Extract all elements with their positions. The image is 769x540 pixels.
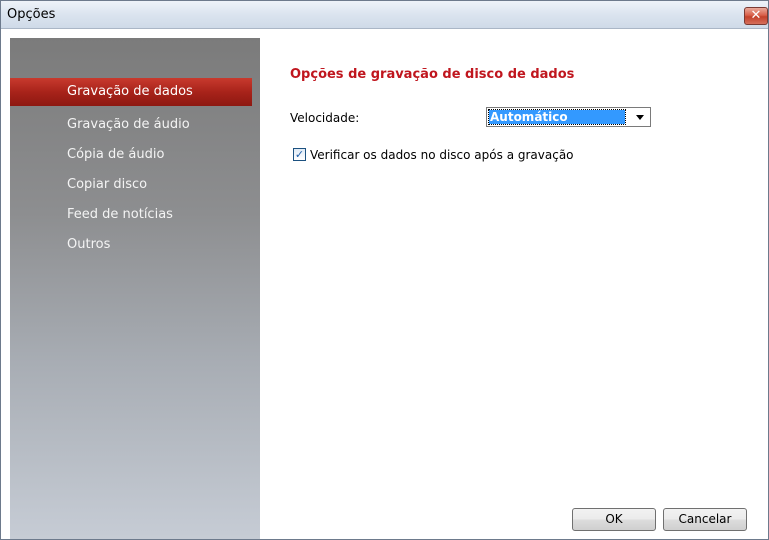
checkmark-icon: ✓ <box>294 148 305 161</box>
sidebar-item-gravacao-de-audio[interactable]: Gravação de áudio <box>10 111 252 139</box>
close-icon: ✕ <box>750 8 762 23</box>
cancel-button[interactable]: Cancelar <box>663 508 747 531</box>
sidebar-item-label: Feed de notícias <box>67 207 173 222</box>
sidebar-item-feed-de-noticias[interactable]: Feed de notícias <box>10 201 252 229</box>
verify-checkbox-label[interactable]: Verificar os dados no disco após a grava… <box>310 148 574 162</box>
sidebar-item-label: Copiar disco <box>67 177 148 192</box>
sidebar: Gravação de dados Gravação de áudio Cópi… <box>10 38 260 539</box>
sidebar-item-label: Outros <box>67 237 111 252</box>
chevron-down-icon <box>636 115 644 120</box>
sidebar-item-copia-de-audio[interactable]: Cópia de áudio <box>10 141 252 169</box>
sidebar-item-gravacao-de-dados[interactable]: Gravação de dados <box>10 78 252 106</box>
options-dialog: Opções ✕ Gravação de dados Gravação de á… <box>0 0 769 540</box>
speed-select-value: Automático <box>488 109 626 125</box>
title-bar[interactable]: Opções ✕ <box>1 1 768 29</box>
options-panel: Opções de gravação de disco de dados Vel… <box>260 38 768 539</box>
sidebar-item-label: Gravação de dados <box>67 84 193 99</box>
ok-button[interactable]: OK <box>572 508 656 531</box>
sidebar-item-label: Cópia de áudio <box>67 147 165 162</box>
sidebar-item-label: Gravação de áudio <box>67 117 190 132</box>
sidebar-item-outros[interactable]: Outros <box>10 231 252 259</box>
speed-select[interactable]: Automático <box>486 107 651 127</box>
speed-label: Velocidade: <box>290 111 360 125</box>
section-title: Opções de gravação de disco de dados <box>290 67 575 82</box>
window-title: Opções <box>7 7 56 22</box>
close-button[interactable]: ✕ <box>744 7 768 25</box>
verify-checkbox[interactable]: ✓ <box>293 148 306 161</box>
sidebar-item-copiar-disco[interactable]: Copiar disco <box>10 171 252 199</box>
